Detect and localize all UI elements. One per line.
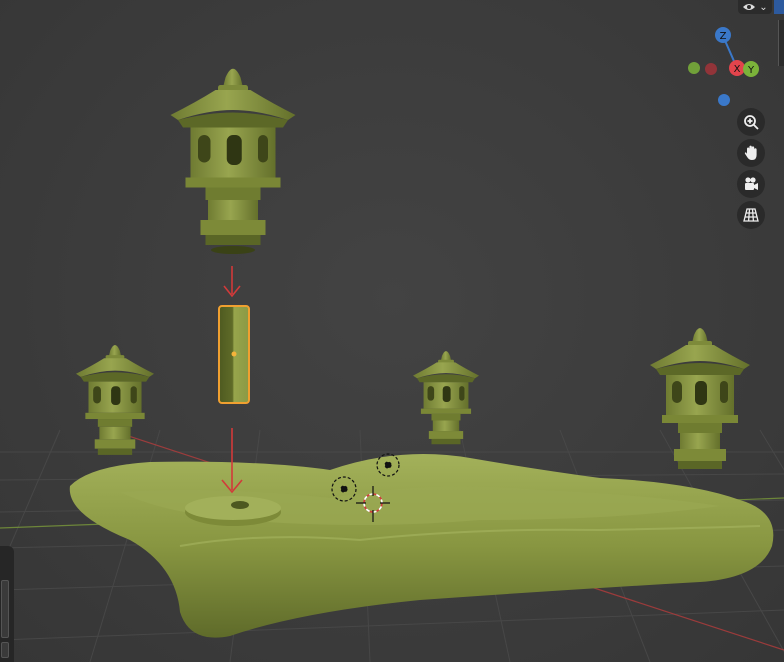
zoom-button[interactable] <box>737 108 765 136</box>
gizmo-x-label: X <box>734 64 741 75</box>
gizmo-y-label: Y <box>747 65 755 76</box>
perspective-toggle-button[interactable] <box>737 201 765 229</box>
chevron-down-icon: ⌄ <box>759 1 768 13</box>
lantern-right[interactable] <box>650 328 750 469</box>
lantern-left[interactable] <box>76 344 154 455</box>
scene-canvas[interactable] <box>0 0 784 662</box>
base-tray[interactable] <box>69 454 774 638</box>
arrow-bottom <box>221 428 243 494</box>
gizmo-neg-z-icon <box>718 94 730 106</box>
lantern-floating[interactable] <box>170 68 296 245</box>
header-edge <box>774 0 784 14</box>
gizmo-neg-y-icon <box>688 62 700 74</box>
sidebar-edge[interactable] <box>778 20 784 66</box>
pan-button[interactable] <box>737 139 765 167</box>
3d-viewport[interactable]: Z X Y ⌄ <box>0 0 784 662</box>
gizmo-neg-x-icon <box>705 63 717 75</box>
zoom-in-icon <box>744 115 759 130</box>
panel-slot[interactable] <box>1 580 9 638</box>
visibility-dropdown[interactable]: ⌄ <box>738 0 772 14</box>
panel-slot[interactable] <box>1 642 9 658</box>
lantern-middle[interactable] <box>413 351 479 445</box>
left-panel-edge[interactable] <box>0 546 14 662</box>
navigation-gizmo[interactable]: Z X Y <box>688 24 768 110</box>
gizmo-z-label: Z <box>720 31 727 42</box>
camera-button[interactable] <box>737 170 765 198</box>
eye-icon <box>743 4 756 10</box>
grid-icon <box>743 208 759 222</box>
selected-pillar[interactable] <box>218 305 250 404</box>
arrow-top <box>223 266 241 298</box>
hand-icon <box>744 145 757 160</box>
camera-icon <box>745 177 758 190</box>
